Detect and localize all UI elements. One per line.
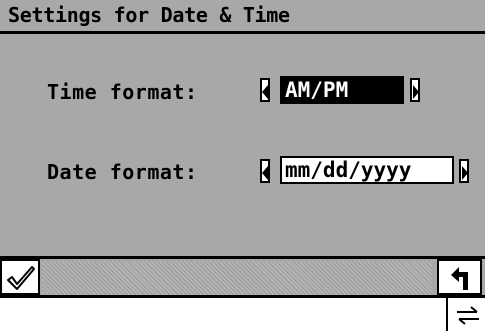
date-format-next-arrow[interactable] — [459, 159, 469, 183]
settings-panel: Time format: AM/PM Date format: mm/dd/yy… — [0, 34, 485, 256]
switch-arrows-icon[interactable] — [455, 304, 481, 326]
window-title: Settings for Date & Time — [8, 3, 290, 27]
return-arrow-icon — [451, 267, 468, 290]
confirm-button[interactable] — [0, 259, 40, 295]
date-format-value[interactable]: mm/dd/yyyy — [280, 156, 454, 184]
time-format-prev-arrow[interactable] — [260, 78, 270, 102]
checkmark-icon — [7, 266, 35, 290]
status-strip — [0, 298, 485, 331]
date-format-prev-arrow[interactable] — [260, 159, 270, 183]
settings-screen: Settings for Date & Time Time format: AM… — [0, 0, 485, 331]
chevron-left-icon — [262, 85, 268, 99]
chevron-right-icon — [413, 85, 419, 99]
time-format-value[interactable]: AM/PM — [280, 76, 404, 104]
back-button[interactable] — [437, 259, 482, 295]
time-format-next-arrow[interactable] — [410, 78, 420, 102]
chevron-right-icon — [462, 166, 468, 180]
status-divider — [446, 298, 448, 331]
date-format-label: Date format: — [47, 160, 198, 184]
toolbar-pattern — [42, 261, 432, 295]
bottom-toolbar — [0, 256, 485, 298]
title-bar: Settings for Date & Time — [0, 0, 485, 34]
chevron-left-icon — [262, 166, 268, 180]
time-format-label: Time format: — [47, 80, 198, 104]
